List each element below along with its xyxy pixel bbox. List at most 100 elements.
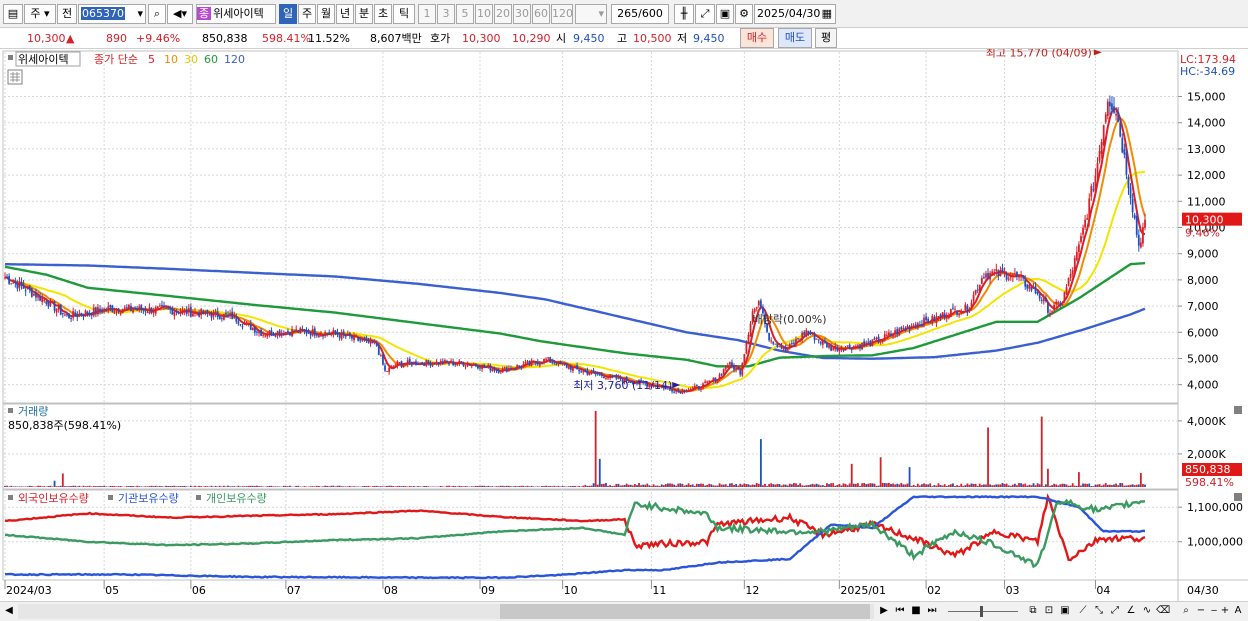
candle bbox=[933, 317, 936, 322]
candle bbox=[980, 278, 983, 284]
count-input[interactable]: 265/600 bbox=[611, 4, 669, 24]
calendar-icon[interactable]: ▦ bbox=[822, 5, 832, 23]
prev-button[interactable]: 전 bbox=[57, 4, 77, 24]
minute-60[interactable]: 60 bbox=[532, 4, 550, 24]
candle bbox=[1135, 216, 1138, 235]
volume-bar bbox=[1024, 483, 1027, 487]
volume-bar bbox=[896, 483, 899, 487]
split-icon[interactable]: ⊡ bbox=[1042, 604, 1056, 619]
period-second[interactable]: 초 bbox=[374, 4, 392, 24]
volume-bar bbox=[97, 486, 99, 487]
draw-angle-icon[interactable]: ∠ bbox=[1124, 604, 1138, 619]
jump-end-icon[interactable]: ⏭ bbox=[925, 604, 939, 619]
stock-chart[interactable]: 15,00014,00013,00012,00011,00010,0009,00… bbox=[0, 49, 1248, 601]
candle bbox=[346, 334, 349, 336]
minute-120[interactable]: 120 bbox=[551, 4, 573, 24]
close-icon[interactable] bbox=[1234, 406, 1242, 414]
stop-icon[interactable]: ■ bbox=[909, 604, 923, 619]
volume-bar bbox=[1044, 484, 1047, 487]
candle bbox=[123, 307, 126, 309]
zoom-slider[interactable] bbox=[946, 604, 1020, 619]
date-input[interactable]: 2025/04/30 ▦ bbox=[754, 4, 836, 24]
volume-bar bbox=[390, 485, 393, 487]
draw-erase-icon[interactable]: ⌫ bbox=[1156, 604, 1170, 619]
volume-bar bbox=[295, 485, 298, 487]
volume-bar bbox=[332, 485, 335, 487]
code-input[interactable]: 065370 ▾ bbox=[78, 4, 146, 24]
gear-icon[interactable]: ⚙ bbox=[735, 4, 753, 24]
volume-bar bbox=[115, 486, 118, 487]
volume-bar bbox=[1030, 485, 1033, 487]
candle-type-icon[interactable]: ╫ bbox=[674, 4, 694, 24]
period-year[interactable]: 년 bbox=[336, 4, 354, 24]
minute-20[interactable]: 20 bbox=[494, 4, 512, 24]
price-tick-label: 11,000 bbox=[1187, 195, 1226, 208]
plus-icon[interactable]: + bbox=[1219, 604, 1231, 619]
x-tick-label: 06 bbox=[192, 584, 206, 597]
candle bbox=[94, 307, 97, 314]
minute-10[interactable]: 10 bbox=[475, 4, 493, 24]
draw-fib-icon[interactable]: ⤢ bbox=[1108, 604, 1122, 619]
price-tick-label: 4,000 bbox=[1187, 379, 1219, 392]
period-week[interactable]: 주 bbox=[298, 4, 316, 24]
candle bbox=[334, 330, 337, 334]
volume-bar bbox=[483, 485, 486, 487]
horizontal-scrollbar[interactable]: ◀ ▶ ⏮ ■ ⏭ ⧉ ⊡ ▣ ⟋ ⤡ ⤢ ∠ ∿ ⌫ ⌕ − ‒ + A bbox=[0, 601, 1248, 621]
average-button[interactable]: 평 bbox=[815, 28, 837, 48]
candle bbox=[229, 313, 232, 316]
minute-select[interactable]: ▾ bbox=[575, 4, 607, 24]
period-minute[interactable]: 분 bbox=[355, 4, 373, 24]
candle bbox=[910, 325, 913, 329]
jump-start-icon[interactable]: ⏮ bbox=[893, 604, 907, 619]
draw-trend-icon[interactable]: ⤡ bbox=[1092, 604, 1106, 619]
zoom-in-icon[interactable]: ⌕ bbox=[1180, 604, 1192, 619]
close-icon[interactable] bbox=[1234, 493, 1242, 501]
text-icon[interactable]: A bbox=[1232, 604, 1244, 619]
holding-tick-label: 1,100,000 bbox=[1187, 501, 1243, 514]
candle bbox=[299, 327, 302, 334]
candle bbox=[295, 329, 298, 332]
buy-button[interactable]: 매수 bbox=[740, 28, 774, 48]
chevron-down-icon[interactable]: ▾ bbox=[137, 5, 143, 23]
period-tick[interactable]: 틱 bbox=[393, 4, 415, 24]
search-icon[interactable]: ⌕ bbox=[148, 4, 166, 24]
layout-icon[interactable]: ▣ bbox=[1058, 604, 1072, 619]
save-icon[interactable]: ▣ bbox=[716, 4, 734, 24]
scroll-left-icon[interactable]: ◀ bbox=[3, 604, 15, 619]
market-select[interactable]: 주 ▾ bbox=[24, 4, 56, 24]
candle bbox=[869, 340, 872, 347]
candle bbox=[918, 324, 921, 326]
draw-wave-icon[interactable]: ∿ bbox=[1140, 604, 1154, 619]
candle bbox=[189, 306, 192, 317]
period-month[interactable]: 월 bbox=[317, 4, 335, 24]
minute-3[interactable]: 3 bbox=[437, 4, 455, 24]
scroll-right-icon[interactable]: ▶ bbox=[878, 604, 890, 619]
sound-icon[interactable]: ◀▾ bbox=[167, 4, 193, 24]
candle bbox=[187, 307, 190, 313]
minute-5[interactable]: 5 bbox=[456, 4, 474, 24]
volume-bar bbox=[82, 485, 85, 487]
volume-bar bbox=[607, 485, 609, 487]
stock-name-field[interactable]: 종 위세아이텍 bbox=[196, 4, 276, 24]
candle bbox=[588, 373, 591, 376]
volume-bar bbox=[669, 483, 671, 487]
candle bbox=[840, 348, 843, 350]
window-icon[interactable]: ⧉ bbox=[1026, 604, 1040, 619]
minus-icon[interactable]: − bbox=[1195, 604, 1207, 619]
candle bbox=[819, 341, 822, 344]
sell-button[interactable]: 매도 bbox=[778, 28, 812, 48]
volume-bar bbox=[702, 483, 704, 487]
volume-bar bbox=[716, 485, 719, 487]
chart-type-icon[interactable]: ▤ bbox=[3, 4, 23, 24]
volume-bar bbox=[567, 486, 570, 487]
minute-1[interactable]: 1 bbox=[418, 4, 436, 24]
scroll-thumb[interactable] bbox=[500, 604, 870, 619]
candle bbox=[778, 346, 781, 348]
draw-line-icon[interactable]: ⟋ bbox=[1076, 604, 1090, 619]
volume-bar bbox=[541, 486, 543, 487]
line-tool-icon[interactable]: ⤢ bbox=[695, 4, 715, 24]
candle bbox=[1102, 125, 1105, 146]
volume-bar bbox=[497, 486, 500, 487]
minute-30[interactable]: 30 bbox=[513, 4, 531, 24]
period-day[interactable]: 일 bbox=[279, 4, 297, 24]
